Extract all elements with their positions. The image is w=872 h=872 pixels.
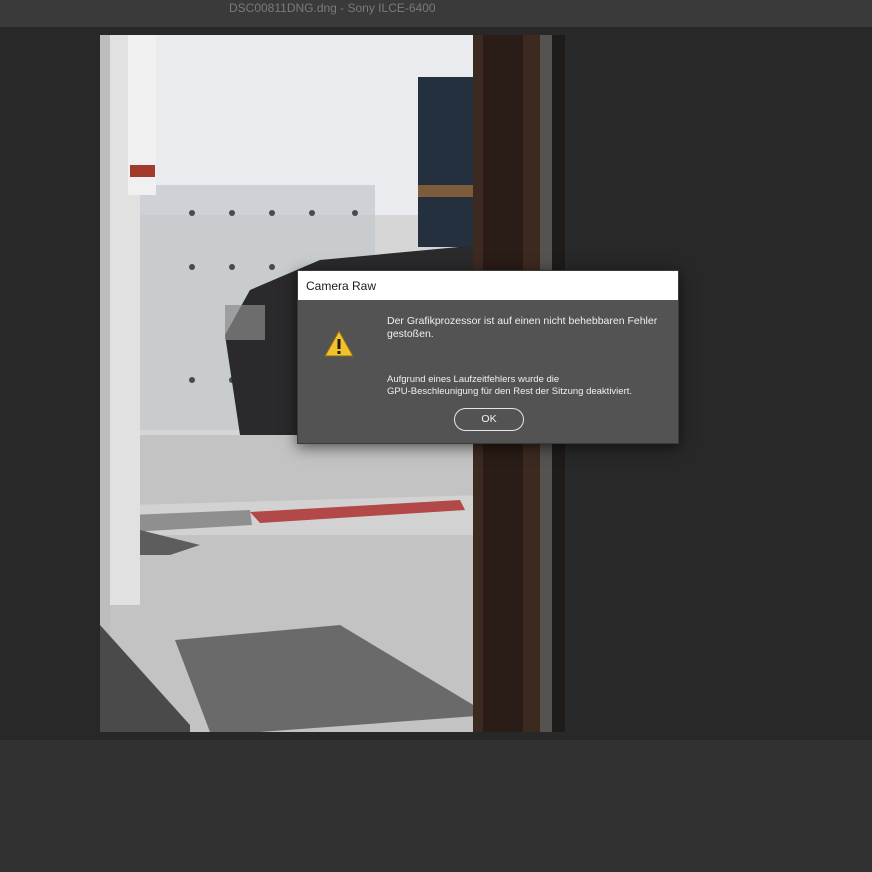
dialog-header: Camera Raw: [298, 271, 678, 300]
ok-button[interactable]: OK: [454, 408, 524, 431]
error-message-secondary-line1: Aufgrund eines Laufzeitfehlers wurde die: [387, 374, 560, 385]
dialog-title: Camera Raw: [306, 279, 377, 293]
error-message-primary: Der Grafikprozessor ist auf einen nicht …: [387, 315, 658, 340]
window-title: DSC00811DNG.dng - Sony ILCE-6400: [229, 1, 436, 15]
warning-icon: [323, 329, 355, 359]
error-message-secondary: Aufgrund eines Laufzeitfehlers wurde die…: [387, 374, 672, 398]
error-dialog: Camera Raw Der Grafikprozessor ist auf e…: [297, 270, 679, 444]
camera-raw-window: DSC00811DNG.dng - Sony ILCE-6400 Camera …: [0, 0, 872, 872]
bottom-panel: [0, 740, 872, 872]
error-message-secondary-line2: GPU-Beschleunigung für den Rest der Sitz…: [387, 386, 633, 397]
window-titlebar: DSC00811DNG.dng - Sony ILCE-6400: [0, 0, 872, 27]
